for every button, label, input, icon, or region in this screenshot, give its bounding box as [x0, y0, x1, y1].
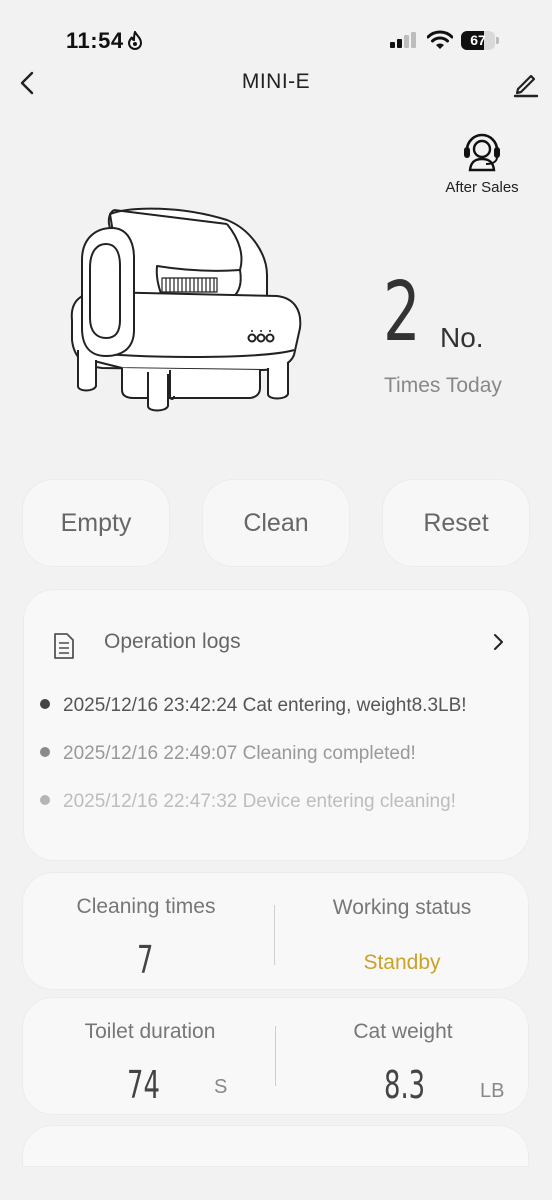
page-title: MINI-E — [241, 70, 311, 93]
log-entry: 2025/12/16 22:49:07 Cleaning completed! — [40, 743, 416, 765]
cat-weight-label: Cat weight — [353, 1020, 453, 1043]
status-bar: 11:54 67 — [0, 0, 552, 80]
log-entry-text: 2025/12/16 22:49:07 Cleaning completed! — [63, 743, 416, 764]
log-entry: 2025/12/16 22:47:32 Device entering clea… — [40, 791, 456, 813]
cellular-signal-icon — [390, 32, 416, 48]
chevron-right-icon[interactable] — [490, 632, 506, 652]
log-entry-text: 2025/12/16 23:42:24 Cat entering, weight… — [63, 695, 467, 716]
times-today-label: Times Today — [384, 374, 502, 397]
log-bullet — [40, 794, 50, 805]
cleaning-times-value: 7 — [137, 938, 154, 982]
operation-logs-card[interactable]: Operation logs 2025/12/16 23:42:24 Cat e… — [24, 590, 529, 860]
log-entry: 2025/12/16 23:42:24 Cat entering, weight… — [40, 695, 467, 717]
usage-stats-card: Toilet duration 74 S Cat weight 8.3 LB — [23, 998, 528, 1114]
empty-button[interactable]: Empty — [23, 480, 169, 566]
cleaning-status-card: Cleaning times 7 Working status Standby — [23, 873, 528, 989]
log-bullet — [40, 746, 50, 757]
battery-icon: 67 — [461, 31, 495, 50]
log-entry-text: 2025/12/16 22:47:32 Device entering clea… — [63, 791, 456, 812]
operation-logs-title: Operation logs — [104, 630, 241, 653]
log-bullet — [40, 698, 50, 709]
status-time: 11:54 — [66, 28, 124, 53]
after-sales-button[interactable]: After Sales — [436, 128, 528, 196]
toilet-duration-label: Toilet duration — [84, 1020, 216, 1043]
reset-button[interactable]: Reset — [383, 480, 529, 566]
working-status-value: Standby — [363, 951, 441, 974]
times-today-unit: No. — [440, 322, 484, 353]
clean-button[interactable]: Clean — [203, 480, 349, 566]
cleaning-times-label: Cleaning times — [76, 895, 216, 918]
times-today-count: 2 — [383, 265, 421, 360]
after-sales-label: After Sales — [445, 179, 519, 196]
working-status-label: Working status — [332, 896, 472, 919]
cat-weight-unit: LB — [480, 1080, 505, 1102]
toilet-duration-unit: S — [214, 1076, 228, 1098]
litter-box-device-illustration — [70, 207, 302, 412]
headset-support-icon — [464, 133, 500, 172]
cat-weight-value: 8.3 — [384, 1063, 426, 1107]
edit-pencil-icon[interactable] — [512, 68, 540, 98]
divider — [274, 905, 275, 965]
battery-percent: 67 — [470, 32, 486, 48]
divider — [275, 1026, 276, 1086]
document-icon — [54, 633, 74, 659]
toilet-duration-value: 74 — [127, 1063, 160, 1107]
wifi-icon — [427, 30, 453, 49]
battery-tip — [496, 37, 499, 44]
flame-icon — [127, 31, 143, 50]
next-card-partial — [23, 1126, 528, 1166]
